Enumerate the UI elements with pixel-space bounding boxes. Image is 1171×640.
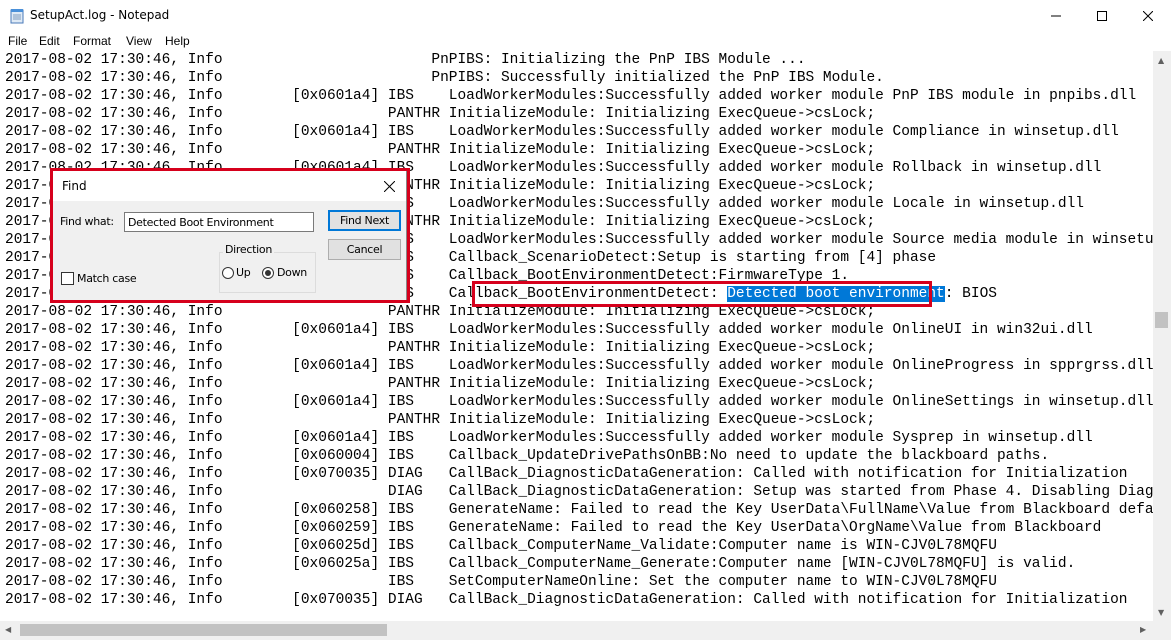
text-line: 2017-08-02 17:30:46, Info [0x0601a4] IBS…: [5, 88, 1137, 104]
menu-edit[interactable]: Edit: [39, 34, 60, 48]
text-line: 2017-08-02 17:30:46, Info PANTHR Initial…: [5, 376, 876, 392]
direction-down-label: Down: [277, 266, 307, 279]
notepad-icon: [10, 9, 24, 24]
text-line: 2017-08-02 17:30:46, Info [0x060004] IBS…: [5, 448, 1050, 464]
text-line: 2017-08-02 17:30:46, Info [0x0601a4] IBS…: [5, 358, 1153, 374]
maximize-icon: [1097, 10, 1107, 21]
text-line: 2017-08-02 17:30:46, Info DIAG CallBack_…: [5, 484, 1153, 500]
find-dialog-title: Find: [62, 179, 87, 193]
text-line: 2017-08-02 17:30:46, Info PnPIBS: Succes…: [5, 70, 884, 86]
vertical-scrollbar[interactable]: [1153, 51, 1171, 621]
text-line: 2017-08-02 17:30:46, Info IBS SetCompute…: [5, 574, 997, 590]
find-dialog-close-button[interactable]: [372, 171, 406, 201]
close-button[interactable]: [1125, 0, 1171, 31]
text-line: 2017-08-02 17:30:46, Info PANTHR Initial…: [5, 106, 876, 122]
direction-down-radio[interactable]: [262, 267, 274, 279]
text-line: 2017-08-02 17:30:46, Info [0x06025d] IBS…: [5, 538, 997, 554]
find-dialog-title-bar: Find: [53, 171, 406, 201]
text-line: 2017-08-02 17:30:46, Info [0x070035] DIA…: [5, 466, 1128, 482]
text-line: 2017-08-02 17:30:46, Info [0x06025a] IBS…: [5, 556, 1076, 572]
menu-file[interactable]: File: [8, 34, 27, 48]
cancel-button[interactable]: Cancel: [328, 239, 401, 260]
horizontal-scroll-thumb[interactable]: [20, 624, 387, 636]
scroll-right-icon[interactable]: ▶: [1140, 625, 1146, 634]
find-next-button[interactable]: Find Next: [328, 210, 401, 231]
text-line: 2017-08-02 17:30:46, Info PANTHR Initial…: [5, 412, 876, 428]
vertical-scroll-thumb[interactable]: [1155, 312, 1168, 328]
selected-text: Detected boot environment: [727, 286, 945, 302]
menu-bar: File Edit Format View Help: [0, 31, 1171, 51]
menu-view[interactable]: View: [126, 34, 152, 48]
window-title: SetupAct.log - Notepad: [30, 8, 170, 22]
scroll-down-icon[interactable]: ▼: [1158, 608, 1164, 617]
text-line: 2017-08-02 17:30:46, Info PANTHR Initial…: [5, 340, 876, 356]
text-line: 2017-08-02 17:30:46, Info [0x070035] DIA…: [5, 592, 1128, 608]
menu-format[interactable]: Format: [73, 34, 111, 48]
find-what-label: Find what:: [60, 215, 114, 228]
scrollbar-corner: [1153, 621, 1171, 640]
radio-selected-dot: [265, 270, 271, 276]
direction-up-radio[interactable]: [222, 267, 234, 279]
text-line: 2017-08-02 17:30:46, Info PANTHR Initial…: [5, 142, 876, 158]
find-what-input[interactable]: [124, 212, 314, 232]
text-line: 2017-08-02 17:30:46, Info [0x0601a4] IBS…: [5, 430, 1093, 446]
minimize-icon: [1051, 15, 1061, 16]
text-line: 2017-08-02 17:30:46, Info [0x0601a4] IBS…: [5, 394, 1153, 410]
title-bar: SetupAct.log - Notepad: [0, 0, 1171, 31]
text-line: 2017-08-02 17:30:46, Info [0x0601a4] IBS…: [5, 124, 1119, 140]
close-icon: [1143, 10, 1153, 21]
direction-label: Direction: [223, 243, 274, 256]
text-line-suffix: : BIOS: [944, 286, 997, 302]
text-editor[interactable]: 2017-08-02 17:30:46, Info PnPIBS: Initia…: [0, 51, 1153, 621]
scroll-left-icon[interactable]: ◀: [5, 625, 11, 634]
text-line: 2017-08-02 17:30:46, Info [0x0601a4] IBS…: [5, 322, 1093, 338]
scroll-up-icon[interactable]: ▲: [1158, 56, 1164, 65]
direction-up-label: Up: [236, 266, 251, 279]
text-line: 2017-08-02 17:30:46, Info PANTHR Initial…: [5, 304, 876, 320]
match-case-label: Match case: [77, 272, 137, 285]
find-dialog: Find Find what: Find Next Cancel Directi…: [52, 170, 407, 301]
close-icon: [383, 180, 395, 192]
text-line: 2017-08-02 17:30:46, Info PnPIBS: Initia…: [5, 52, 806, 68]
text-line: 2017-08-02 17:30:46, Info [0x060259] IBS…: [5, 520, 1102, 536]
match-case-checkbox[interactable]: [61, 272, 74, 285]
menu-help[interactable]: Help: [165, 34, 190, 48]
text-line: 2017-08-02 17:30:46, Info [0x060258] IBS…: [5, 502, 1153, 518]
minimize-button[interactable]: [1033, 0, 1079, 31]
maximize-button[interactable]: [1079, 0, 1125, 31]
